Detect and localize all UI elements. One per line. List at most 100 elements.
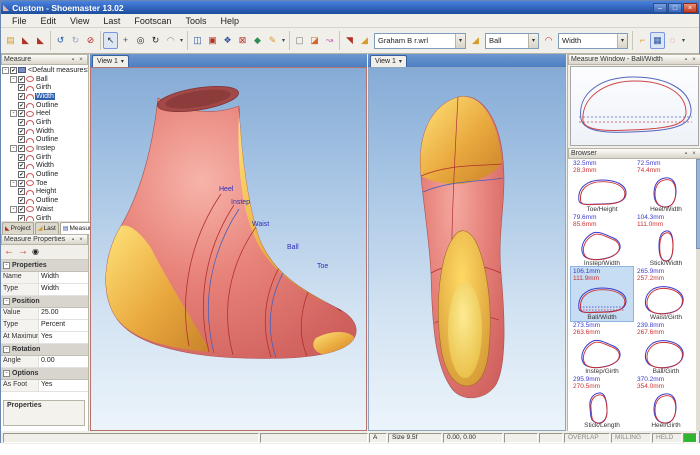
save-last-button[interactable]: ◣ (33, 32, 48, 49)
tree-item-outline[interactable]: ✔ Outline (1, 196, 88, 205)
close-icon[interactable]: × (77, 237, 85, 243)
collapse-icon[interactable]: - (3, 262, 10, 269)
grab-tool-button[interactable]: ◉ (32, 248, 39, 256)
tree-expander-icon[interactable]: - (10, 110, 17, 118)
prev-measure-button[interactable]: ← (4, 247, 14, 257)
tab-last[interactable]: ◢ Last (34, 222, 59, 234)
close-view-button[interactable]: ⊠ (235, 32, 250, 49)
solid-view-button[interactable]: ◆ (250, 32, 265, 49)
chevron-down-icon[interactable]: ▾ (178, 37, 185, 44)
open-button[interactable]: ▤ (3, 32, 18, 49)
tree-expander-icon[interactable]: - (10, 179, 17, 187)
new-page-button[interactable]: ▢ (292, 32, 307, 49)
checkbox[interactable]: ✔ (18, 145, 25, 153)
lasso-button[interactable]: ◌ (665, 32, 680, 49)
checkbox[interactable]: ✔ (18, 171, 25, 179)
expand-view-button[interactable]: ❖ (220, 32, 235, 49)
menu-file[interactable]: File (5, 16, 34, 26)
browser-item-heel-girth[interactable]: 370.2mm 354.0mm Heel/Girth (635, 375, 696, 429)
tree-expander-icon[interactable]: - (10, 145, 17, 153)
properties-footer-bar[interactable]: Properties (3, 400, 85, 426)
tree-item-ball[interactable]: - ✔ Ball (1, 75, 88, 84)
menu-help[interactable]: Help (213, 16, 246, 26)
pin-icon[interactable]: ▪ (682, 57, 690, 63)
checkbox[interactable]: ✔ (18, 153, 25, 161)
maximize-button[interactable]: □ (668, 2, 682, 13)
chevron-down-icon[interactable]: ▾ (680, 37, 687, 44)
tree-item-waist[interactable]: - ✔ Waist (1, 205, 88, 214)
tree-expander-icon[interactable]: - (10, 205, 17, 213)
checkbox[interactable]: ✔ (18, 162, 25, 170)
reset-button[interactable]: ⊘ (83, 32, 98, 49)
checkbox[interactable]: ✔ (18, 84, 25, 92)
pan-button[interactable]: + (118, 32, 133, 49)
close-icon[interactable]: × (690, 57, 698, 63)
browser-item-waist-girth[interactable]: 265.9mm 257.2mm Waist/Girth (635, 267, 696, 321)
viewport-1-tab[interactable]: View 1 ▾ (92, 55, 129, 67)
tree-item-girth[interactable]: ✔ Girth (1, 118, 88, 127)
checkbox[interactable]: ✔ (18, 188, 25, 196)
checkbox[interactable]: ✔ (18, 205, 25, 213)
chevron-down-icon[interactable]: ▾ (399, 58, 402, 65)
split-view-button[interactable]: ◫ (190, 32, 205, 49)
browser-item-stick-length[interactable]: 295.9mm 270.5mm Stick/Length (571, 375, 633, 429)
tree-expander-icon[interactable]: - (2, 66, 9, 74)
collapse-icon[interactable]: - (3, 298, 10, 305)
close-icon[interactable]: × (690, 151, 698, 157)
checkbox[interactable]: ✔ (18, 179, 25, 187)
property-value[interactable]: 0.00 (39, 356, 88, 367)
chevron-down-icon[interactable]: ▾ (617, 33, 627, 48)
tree-item-width[interactable]: ✔ Width (1, 92, 88, 101)
tree-item-outline[interactable]: ✔ Outline (1, 136, 88, 145)
view-2d-button[interactable]: ▣ (205, 32, 220, 49)
collapse-icon[interactable]: - (3, 346, 10, 353)
rotate-button[interactable]: ↻ (148, 32, 163, 49)
menu-footscan[interactable]: Footscan (127, 16, 178, 26)
browser-item-toe-height[interactable]: 32.5mm 28.3mm Toe/Height (571, 159, 633, 213)
browser-item-ball-width[interactable]: 106.1mm 111.9mm Ball/Width (570, 266, 634, 322)
next-measure-button[interactable]: → (18, 247, 28, 257)
measure-type-combo[interactable]: Width ▾ (558, 32, 628, 49)
viewport-1-canvas[interactable]: Heel Instep Waist Ball Toe (90, 67, 367, 431)
browser-item-instep-width[interactable]: 79.6mm 85.6mm Instep/Width (571, 213, 633, 267)
tab-project[interactable]: ◣ Project (2, 222, 34, 234)
last-file-combo[interactable]: Graham B r.wrl ▾ (374, 32, 466, 49)
property-value[interactable]: Yes (39, 380, 88, 391)
checkbox[interactable]: ✔ (18, 197, 25, 205)
checkbox[interactable]: ✔ (18, 127, 25, 135)
browser-item-ball-girth[interactable]: 239.8mm 267.6mm Ball/Girth (635, 321, 696, 375)
checkbox[interactable]: ✔ (18, 92, 25, 100)
section-combo[interactable]: Ball ▾ (485, 32, 539, 49)
browser-item-stick-width[interactable]: 104.3mm 111.0mm Stick/Width (635, 213, 696, 267)
pin-icon[interactable]: ▪ (69, 57, 77, 63)
tree-item-instep[interactable]: - ✔ Instep (1, 144, 88, 153)
menu-view[interactable]: View (63, 16, 96, 26)
measure-window-canvas[interactable] (570, 66, 699, 146)
viewport-2-tab[interactable]: View 1 ▾ (370, 55, 407, 67)
tree-item-height[interactable]: ✔ Height (1, 188, 88, 197)
undo-button[interactable]: ↺ (53, 32, 68, 49)
chevron-down-icon[interactable]: ▾ (121, 58, 124, 65)
axis-button[interactable]: ⌐ (635, 32, 650, 49)
zoom-button[interactable]: ◎ (133, 32, 148, 49)
tree-item-girth[interactable]: ✔ Girth (1, 153, 88, 162)
section-tool-button[interactable]: ◠ (163, 32, 178, 49)
property-value[interactable]: Width (39, 284, 88, 295)
checkbox[interactable]: ✔ (18, 118, 25, 126)
menu-tools[interactable]: Tools (178, 16, 213, 26)
draw-page-button[interactable]: ◪ (307, 32, 322, 49)
tree-item-girth[interactable]: ✔ Girth (1, 214, 88, 221)
property-value[interactable]: 25.00 (39, 308, 88, 319)
last-tool-button[interactable]: ◥ (342, 32, 357, 49)
checkbox[interactable]: ✔ (18, 136, 25, 144)
pin-icon[interactable]: ▪ (682, 151, 690, 157)
import-last-button[interactable]: ◣ (18, 32, 33, 49)
minimize-button[interactable]: – (653, 2, 667, 13)
tree-item-outline[interactable]: ✔ Outline (1, 170, 88, 179)
menu-last[interactable]: Last (96, 16, 127, 26)
checkbox[interactable]: ✔ (18, 101, 25, 109)
pencil-button[interactable]: ✎ (265, 32, 280, 49)
chevron-down-icon[interactable]: ▾ (455, 33, 465, 48)
pin-icon[interactable]: ▪ (69, 237, 77, 243)
tree-expander-icon[interactable]: - (10, 75, 17, 83)
